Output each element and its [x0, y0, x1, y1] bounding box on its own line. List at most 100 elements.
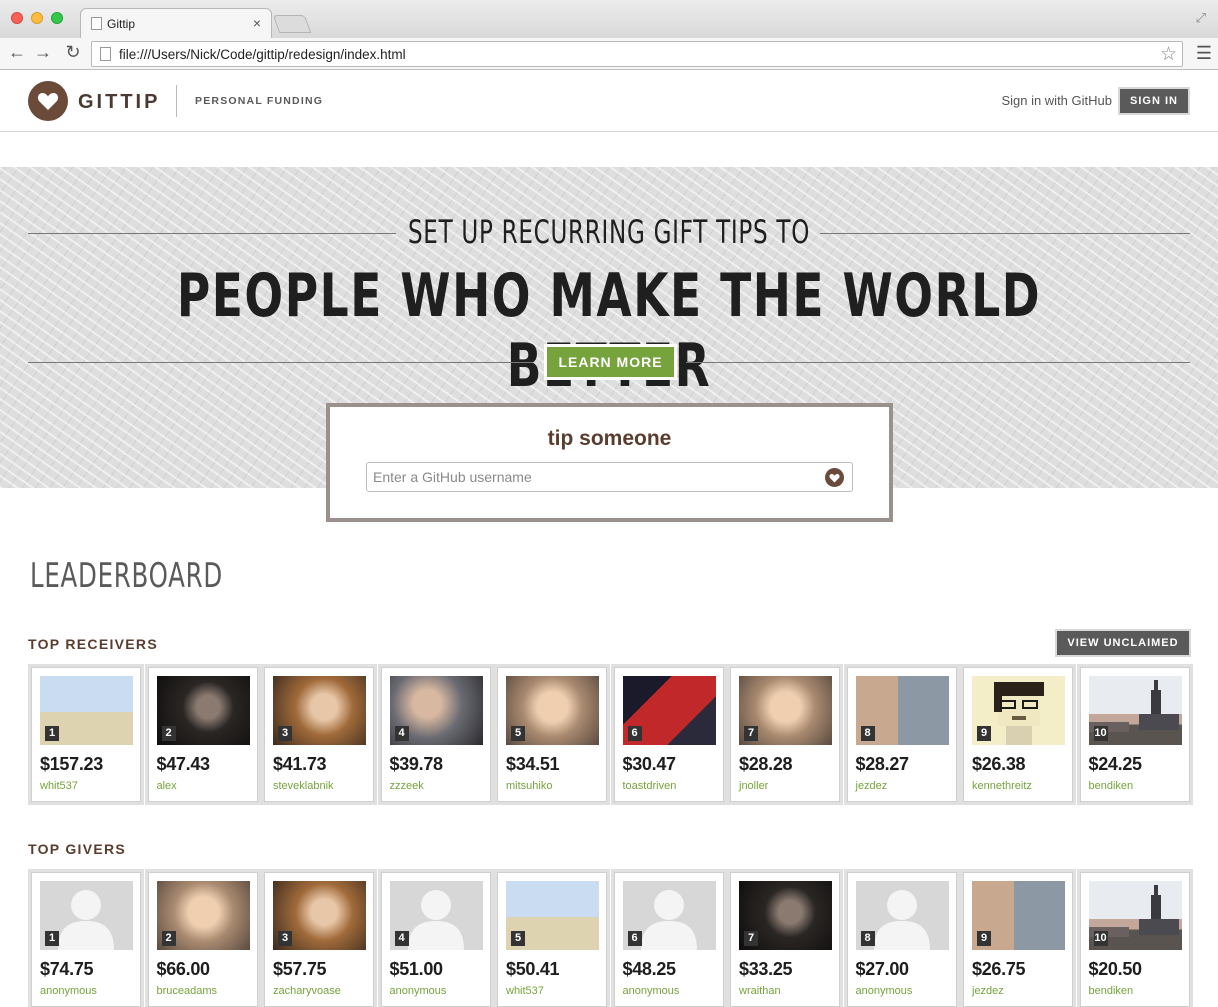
avatar[interactable]: 8 [855, 881, 949, 950]
avatar[interactable]: 8 [855, 676, 949, 745]
receiver-card[interactable]: 1 $157.23 whit537 [31, 667, 141, 802]
username-link[interactable]: anonymous [390, 985, 447, 997]
rank-badge: 1 [45, 931, 59, 946]
hero-divider [686, 362, 1190, 363]
forward-arrow-icon[interactable]: → [32, 42, 54, 63]
site-header: GITTIP PERSONAL FUNDING Sign in with Git… [0, 70, 1218, 132]
page-icon [100, 47, 111, 61]
hero-title: PEOPLE WHO MAKE THE WORLD BETTER [176, 261, 1042, 401]
giver-card[interactable]: 5 $50.41 whit537 [497, 872, 607, 1007]
tab-close-icon[interactable]: × [253, 15, 261, 31]
username-link[interactable]: mitsuhiko [506, 780, 552, 792]
username-link[interactable]: alex [157, 780, 177, 792]
receiver-card[interactable]: 8 $28.27 jezdez [846, 667, 957, 802]
top-givers-title: TOP GIVERS [28, 841, 127, 857]
receiver-card[interactable]: 3 $41.73 steveklabnik [264, 667, 374, 802]
avatar[interactable]: 2 [156, 676, 250, 745]
rank-badge: 4 [394, 931, 409, 946]
username-link[interactable]: kennethreitz [972, 780, 1032, 792]
view-unclaimed-button[interactable]: VIEW UNCLAIMED [1057, 631, 1189, 655]
username-link[interactable]: jezdez [972, 985, 1004, 997]
giver-card[interactable]: 10 $20.50 bendiken [1079, 872, 1190, 1007]
hero-subtitle: SET UP RECURRING GIFT TIPS TO [407, 213, 811, 251]
address-bar[interactable]: file:///Users/Nick/Code/gittip/redesign/… [91, 41, 1183, 67]
username-link[interactable]: bendiken [1089, 985, 1134, 997]
learn-more-button[interactable]: LEARN MORE [547, 347, 674, 377]
avatar[interactable]: 3 [273, 881, 366, 950]
browser-toolbar: ← → ↻ file:///Users/Nick/Code/gittip/red… [0, 38, 1218, 70]
avatar[interactable]: 4 [389, 881, 483, 950]
bookmark-star-icon[interactable]: ☆ [1160, 43, 1177, 66]
avatar[interactable]: 6 [622, 881, 716, 950]
giver-card[interactable]: 9 $26.75 jezdez [963, 872, 1073, 1007]
username-link[interactable]: bruceadams [157, 985, 218, 997]
giver-card[interactable]: 8 $27.00 anonymous [846, 872, 957, 1007]
zoom-window-button[interactable] [51, 12, 63, 24]
receiver-card[interactable]: 7 $28.28 jnoller [730, 667, 840, 802]
username-link[interactable]: anonymous [40, 985, 97, 997]
giver-card[interactable]: 3 $57.75 zacharyvoase [264, 872, 374, 1007]
username-link[interactable]: zacharyvoase [273, 985, 341, 997]
reload-icon[interactable]: ↻ [62, 42, 84, 63]
username-link[interactable]: anonymous [623, 985, 680, 997]
avatar[interactable]: 2 [156, 881, 250, 950]
fullscreen-icon[interactable]: ⤢ [1196, 10, 1206, 26]
username-link[interactable]: whit537 [506, 985, 544, 997]
github-username-input[interactable] [373, 468, 803, 486]
giver-card[interactable]: 2 $66.00 bruceadams [147, 872, 258, 1007]
username-link[interactable]: steveklabnik [273, 780, 334, 792]
avatar[interactable]: 9 [972, 881, 1065, 950]
avatar[interactable]: 1 [40, 676, 133, 745]
receiver-card[interactable]: 9 $26.38 kennethreitz [963, 667, 1073, 802]
receiver-card[interactable]: 6 $30.47 toastdriven [613, 667, 724, 802]
avatar[interactable]: 9 [972, 676, 1065, 745]
receiver-card[interactable]: 5 $34.51 mitsuhiko [497, 667, 607, 802]
browser-tab[interactable]: Gittip × [80, 8, 272, 38]
new-tab-button[interactable] [272, 15, 312, 33]
avatar[interactable]: 7 [739, 881, 832, 950]
receiver-card[interactable]: 4 $39.78 zzzeek [380, 667, 491, 802]
username-link[interactable]: anonymous [856, 985, 913, 997]
heart-logo-icon[interactable] [28, 81, 68, 121]
username-link[interactable]: zzzeek [390, 780, 424, 792]
rank-badge: 5 [511, 931, 525, 946]
amount: $33.25 [739, 959, 793, 979]
amount: $28.27 [855, 754, 910, 774]
avatar[interactable]: 10 [1088, 881, 1182, 950]
back-arrow-icon[interactable]: ← [6, 42, 28, 63]
sign-in-button[interactable]: SIGN IN [1120, 89, 1188, 113]
amount: $30.47 [622, 754, 677, 774]
username-link[interactable]: wraithan [739, 985, 781, 997]
receiver-card[interactable]: 2 $47.43 alex [147, 667, 258, 802]
avatar[interactable]: 1 [40, 881, 133, 950]
avatar[interactable]: 3 [273, 676, 366, 745]
username-link[interactable]: bendiken [1089, 780, 1134, 792]
minimize-window-button[interactable] [31, 12, 43, 24]
username-link[interactable]: toastdriven [623, 780, 677, 792]
rank-badge: 9 [977, 931, 991, 946]
username-link[interactable]: jnoller [739, 780, 768, 792]
logo-text[interactable]: GITTIP [78, 91, 160, 114]
amount: $157.23 [40, 754, 103, 774]
heart-submit-icon[interactable] [825, 468, 844, 487]
rank-badge: 9 [977, 726, 991, 741]
avatar[interactable]: 5 [506, 676, 599, 745]
menu-icon[interactable]: ☰ [1196, 43, 1212, 64]
giver-card[interactable]: 6 $48.25 anonymous [613, 872, 724, 1007]
url-text[interactable]: file:///Users/Nick/Code/gittip/redesign/… [119, 47, 406, 62]
avatar[interactable]: 7 [739, 676, 832, 745]
username-link[interactable]: whit537 [40, 780, 78, 792]
giver-card[interactable]: 1 $74.75 anonymous [31, 872, 141, 1007]
giver-card[interactable]: 4 $51.00 anonymous [380, 872, 491, 1007]
avatar[interactable]: 4 [389, 676, 483, 745]
givers-row: 1 $74.75 anonymous 2 $66.00 bruceadams 3 $57.75… [31, 872, 1191, 1007]
avatar[interactable]: 6 [622, 676, 716, 745]
giver-card[interactable]: 7 $33.25 wraithan [730, 872, 840, 1007]
username-link[interactable]: jezdez [856, 780, 888, 792]
github-username-field[interactable] [366, 462, 853, 492]
avatar[interactable]: 5 [506, 881, 599, 950]
receivers-row: 1 $157.23 whit537 2 $47.43 alex 3 $41.73 stevekl… [31, 667, 1191, 802]
receiver-card[interactable]: 10 $24.25 bendiken [1079, 667, 1190, 802]
avatar[interactable]: 10 [1088, 676, 1182, 745]
close-window-button[interactable] [11, 12, 23, 24]
